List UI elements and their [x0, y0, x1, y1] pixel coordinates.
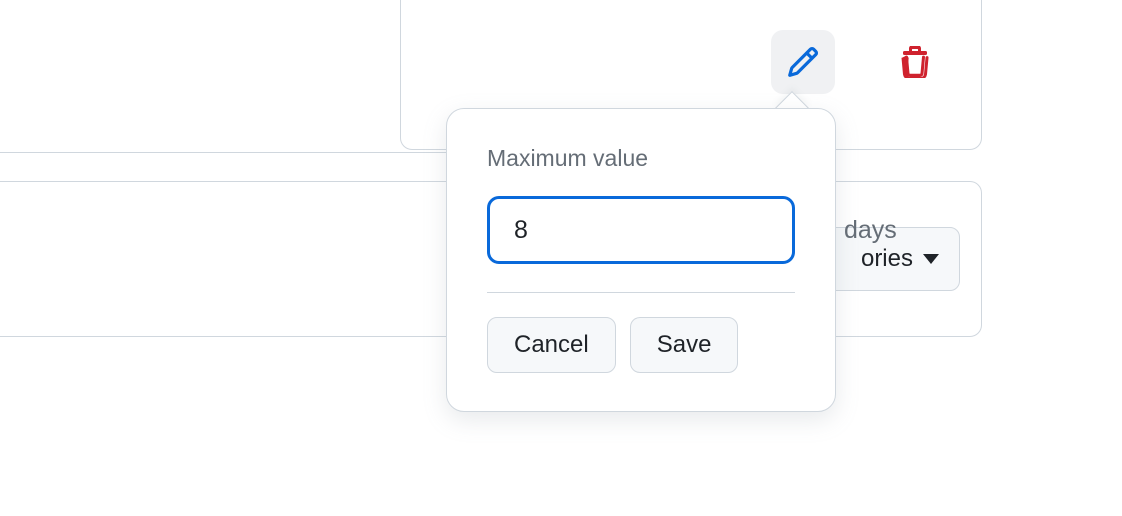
background-divider: [0, 152, 460, 153]
max-value-label: Maximum value: [487, 145, 795, 172]
popover-button-row: Cancel Save: [487, 317, 795, 373]
popover-divider: [487, 292, 795, 293]
max-value-input[interactable]: [514, 216, 836, 245]
cancel-button[interactable]: Cancel: [487, 317, 616, 373]
popover-body: Maximum value days Cancel Save: [446, 108, 836, 412]
categories-dropdown-label-fragment: ories: [861, 245, 913, 273]
pencil-icon: [786, 45, 820, 79]
edit-max-value-popover: Maximum value days Cancel Save: [446, 108, 836, 412]
edit-button[interactable]: [771, 30, 835, 94]
trash-icon: [899, 46, 931, 78]
item-action-icon-row: [771, 30, 947, 94]
chevron-down-icon: [923, 254, 939, 264]
max-value-input-group[interactable]: days: [487, 196, 795, 264]
max-value-unit-label: days: [844, 216, 897, 245]
save-button[interactable]: Save: [630, 317, 739, 373]
delete-button[interactable]: [883, 30, 947, 94]
